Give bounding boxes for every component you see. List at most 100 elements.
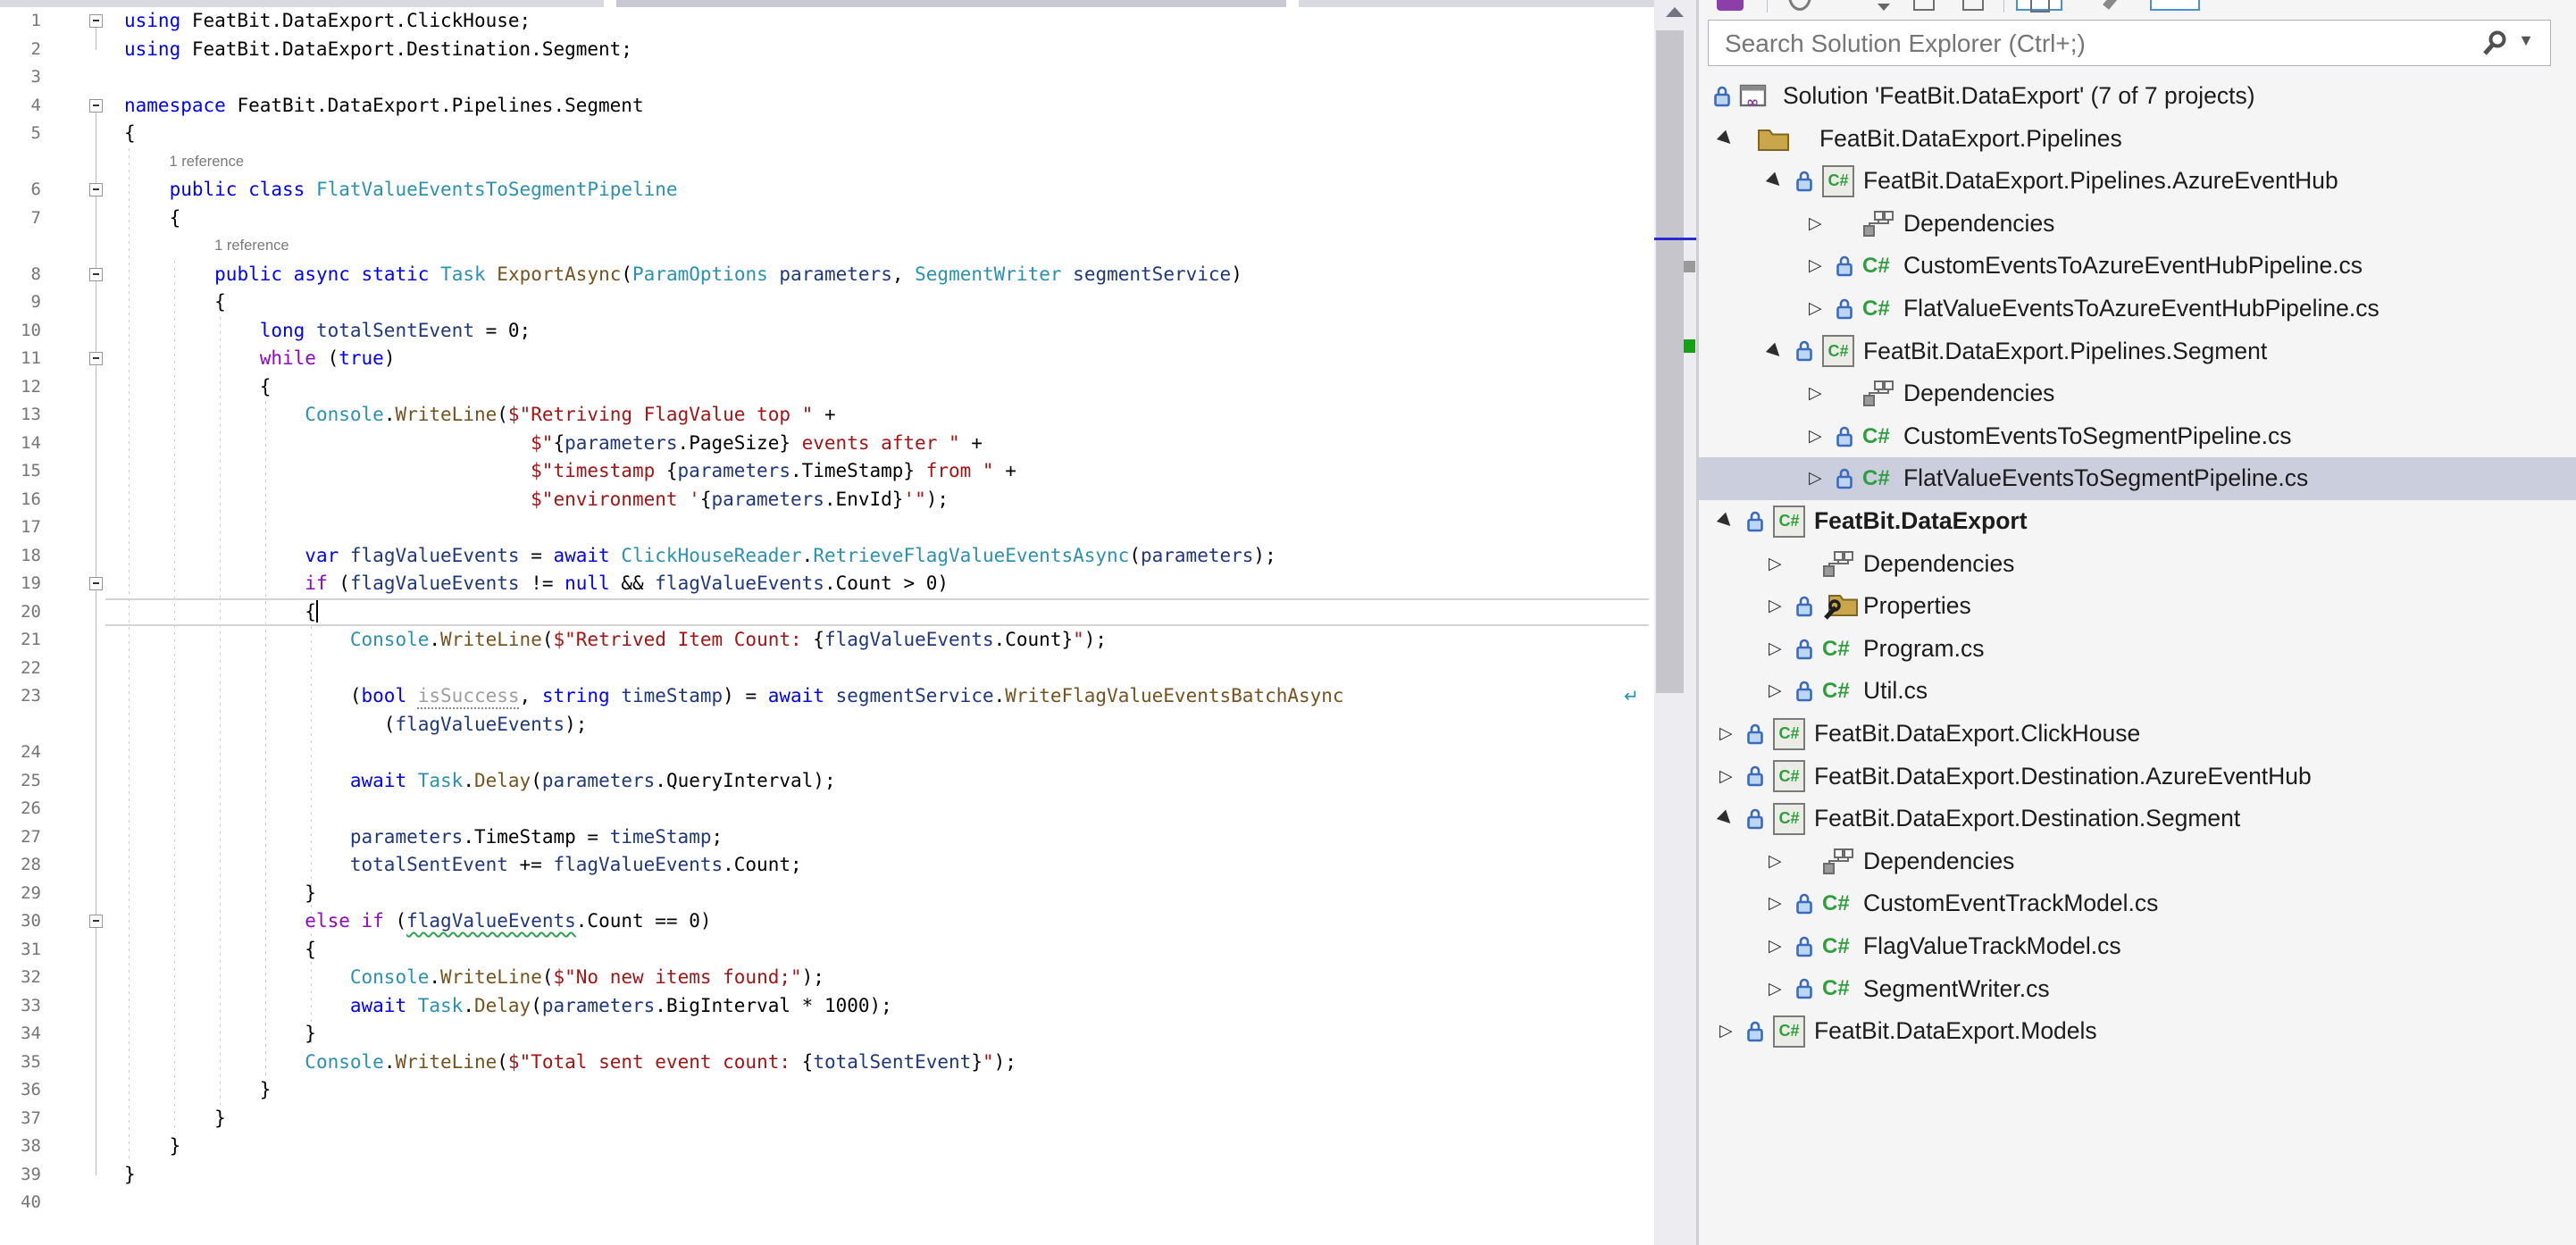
- expander-collapsed-icon[interactable]: ▷: [1719, 713, 1733, 756]
- search-icon[interactable]: [2482, 29, 2509, 63]
- fold-collapse-icon[interactable]: [89, 352, 103, 365]
- code-row[interactable]: 32 Console.WriteLine($"No new items foun…: [0, 964, 1654, 992]
- expander-collapsed-icon[interactable]: ▷: [1769, 968, 1782, 1011]
- fold-collapse-icon[interactable]: [89, 915, 103, 928]
- expander-collapsed-icon[interactable]: ▷: [1769, 628, 1782, 671]
- code-row[interactable]: 37 }: [0, 1105, 1654, 1133]
- tree-item-featbit-dataexport-clickhouse[interactable]: ▷C#FeatBit.DataExport.ClickHouse: [1699, 713, 2576, 756]
- tree-item-featbit-dataexport-pipelines-segment[interactable]: ▶C#FeatBit.DataExport.Pipelines.Segment: [1699, 330, 2576, 373]
- code-row[interactable]: (flagValueEvents);: [0, 711, 1654, 739]
- code-row[interactable]: 30 else if (flagValueEvents.Count == 0): [0, 907, 1654, 936]
- tree-item-flagvaluetrackmodel-cs[interactable]: ▷C#FlagValueTrackModel.cs: [1699, 925, 2576, 968]
- expander-expanded-icon[interactable]: ▶: [1755, 331, 1794, 371]
- expander-expanded-icon[interactable]: ▶: [1755, 162, 1794, 201]
- codelens-references[interactable]: 1 reference: [214, 232, 289, 261]
- fold-collapse-icon[interactable]: [89, 577, 103, 590]
- show-all-files-icon[interactable]: [1962, 0, 1984, 11]
- tree-item-featbit-dataexport-pipelines[interactable]: ▶FeatBit.DataExport.Pipelines: [1699, 118, 2576, 161]
- tree-item-util-cs[interactable]: ▷C#Util.cs: [1699, 670, 2576, 713]
- code-row[interactable]: 2using FeatBit.DataExport.Destination.Se…: [0, 36, 1654, 64]
- tree-item-dependencies[interactable]: ▷Dependencies: [1699, 203, 2576, 246]
- expander-collapsed-icon[interactable]: ▷: [1769, 925, 1782, 968]
- code-row[interactable]: 4namespace FeatBit.DataExport.Pipelines.…: [0, 92, 1654, 121]
- code-row[interactable]: 24: [0, 739, 1654, 767]
- code-row[interactable]: 19 if (flagValueEvents != null && flagVa…: [0, 570, 1654, 598]
- code-editor[interactable]: 1using FeatBit.DataExport.ClickHouse;2us…: [0, 0, 1654, 1245]
- code-row[interactable]: 23 (bool isSuccess, string timeStamp) = …: [0, 682, 1654, 711]
- code-row[interactable]: 29 }: [0, 880, 1654, 908]
- tree-item-featbit-dataexport-destination-azureeventhub[interactable]: ▷C#FeatBit.DataExport.Destination.AzureE…: [1699, 756, 2576, 798]
- tree-item-flatvalueeventstosegmentpipeline-cs[interactable]: ▷C#FlatValueEventsToSegmentPipeline.cs: [1699, 457, 2576, 500]
- tree-item-dependencies[interactable]: ▷Dependencies: [1699, 840, 2576, 883]
- code-row[interactable]: 39}: [0, 1161, 1654, 1190]
- code-row[interactable]: 38 }: [0, 1132, 1654, 1161]
- expander-collapsed-icon[interactable]: ▷: [1769, 840, 1782, 883]
- code-row[interactable]: 6 public class FlatValueEventsToSegmentP…: [0, 176, 1654, 205]
- code-row[interactable]: 18 var flagValueEvents = await ClickHous…: [0, 542, 1654, 571]
- expander-collapsed-icon[interactable]: ▷: [1809, 372, 1822, 415]
- code-row[interactable]: 16 $"environment '{parameters.EnvId}'");: [0, 486, 1654, 514]
- code-row[interactable]: 40: [0, 1189, 1654, 1217]
- code-row[interactable]: 26: [0, 795, 1654, 823]
- edit-pencil-icon[interactable]: [2103, 0, 2129, 10]
- code-row[interactable]: 7 {: [0, 205, 1654, 233]
- fold-collapse-icon[interactable]: [89, 99, 103, 113]
- tree-item-segmentwriter-cs[interactable]: ▷C#SegmentWriter.cs: [1699, 968, 2576, 1011]
- code-row[interactable]: 31 {: [0, 936, 1654, 965]
- expander-collapsed-icon[interactable]: ▷: [1719, 1010, 1733, 1053]
- code-row[interactable]: 13 Console.WriteLine($"Retriving FlagVal…: [0, 401, 1654, 430]
- code-row[interactable]: 21 Console.WriteLine($"Retrived Item Cou…: [0, 626, 1654, 655]
- fold-collapse-icon[interactable]: [89, 183, 103, 196]
- codelens-row[interactable]: 1 reference: [0, 232, 1654, 261]
- code-row[interactable]: 17: [0, 514, 1654, 542]
- expander-collapsed-icon[interactable]: ▷: [1809, 415, 1822, 458]
- expander-collapsed-icon[interactable]: ▷: [1809, 203, 1822, 246]
- expander-collapsed-icon[interactable]: ▷: [1809, 245, 1822, 288]
- code-row[interactable]: 15 $"timestamp {parameters.TimeStamp} fr…: [0, 457, 1654, 486]
- expander-expanded-icon[interactable]: ▶: [1706, 119, 1745, 158]
- code-row[interactable]: 14 $"{parameters.PageSize} events after …: [0, 430, 1654, 458]
- codelens-row[interactable]: 1 reference: [0, 148, 1654, 177]
- tree-item-program-cs[interactable]: ▷C#Program.cs: [1699, 628, 2576, 671]
- code-row[interactable]: 5{: [0, 120, 1654, 148]
- tree-item-dependencies[interactable]: ▷Dependencies: [1699, 372, 2576, 415]
- tree-item-featbit-dataexport[interactable]: ▶C#FeatBit.DataExport: [1699, 500, 2576, 543]
- expander-collapsed-icon[interactable]: ▷: [1769, 882, 1782, 925]
- code-row[interactable]: 36 }: [0, 1076, 1654, 1105]
- refresh-icon[interactable]: [1788, 0, 1811, 11]
- tree-item-flatvalueeventstoazureeventhubpipeline-cs[interactable]: ▷C#FlatValueEventsToAzureEventHubPipelin…: [1699, 288, 2576, 330]
- expander-collapsed-icon[interactable]: ▷: [1809, 288, 1822, 330]
- code-row[interactable]: 27 parameters.TimeStamp = timeStamp;: [0, 823, 1654, 852]
- codelens-references[interactable]: 1 reference: [170, 148, 244, 177]
- code-row[interactable]: 10 long totalSentEvent = 0;: [0, 317, 1654, 346]
- tree-item-dependencies[interactable]: ▷Dependencies: [1699, 543, 2576, 586]
- code-row[interactable]: 3: [0, 63, 1654, 92]
- expander-collapsed-icon[interactable]: ▷: [1769, 543, 1782, 586]
- code-row[interactable]: 8 public async static Task ExportAsync(P…: [0, 261, 1654, 289]
- code-row[interactable]: 20 {: [0, 598, 1654, 627]
- code-row[interactable]: 28 totalSentEvent += flagValueEvents.Cou…: [0, 851, 1654, 880]
- expander-expanded-icon[interactable]: ▶: [1706, 502, 1745, 541]
- scrollbar-up-arrow-icon[interactable]: [1666, 7, 1684, 17]
- tree-item-customeventstoazureeventhubpipeline-cs[interactable]: ▷C#CustomEventsToAzureEventHubPipeline.c…: [1699, 245, 2576, 288]
- code-row[interactable]: 1using FeatBit.DataExport.ClickHouse;: [0, 7, 1654, 36]
- tree-item-solution-featbit-dataexport-7-of-7-projects-[interactable]: ∞Solution 'FeatBit.DataExport' (7 of 7 p…: [1699, 75, 2576, 118]
- code-row[interactable]: 35 Console.WriteLine($"Total sent event …: [0, 1049, 1654, 1077]
- tree-item-customeventtrackmodel-cs[interactable]: ▷C#CustomEventTrackModel.cs: [1699, 882, 2576, 925]
- code-row[interactable]: 22: [0, 655, 1654, 683]
- expander-collapsed-icon[interactable]: ▷: [1719, 756, 1733, 798]
- code-row[interactable]: 33 await Task.Delay(parameters.BigInterv…: [0, 992, 1654, 1021]
- expander-expanded-icon[interactable]: ▶: [1706, 799, 1745, 839]
- dropdown-caret-icon[interactable]: [1878, 4, 1890, 11]
- tree-item-featbit-dataexport-models[interactable]: ▷C#FeatBit.DataExport.Models: [1699, 1010, 2576, 1053]
- scrollbar-thumb[interactable]: [1656, 30, 1684, 693]
- tree-item-properties[interactable]: ▷Properties: [1699, 585, 2576, 628]
- expander-collapsed-icon[interactable]: ▷: [1769, 670, 1782, 713]
- editor-vertical-scrollbar[interactable]: [1654, 0, 1696, 1245]
- code-row[interactable]: 25 await Task.Delay(parameters.QueryInte…: [0, 767, 1654, 796]
- expander-collapsed-icon[interactable]: ▷: [1809, 457, 1822, 500]
- fold-collapse-icon[interactable]: [89, 14, 103, 28]
- home-icon[interactable]: [1717, 0, 1744, 11]
- search-input[interactable]: [1723, 24, 2405, 63]
- code-row[interactable]: 9 {: [0, 288, 1654, 317]
